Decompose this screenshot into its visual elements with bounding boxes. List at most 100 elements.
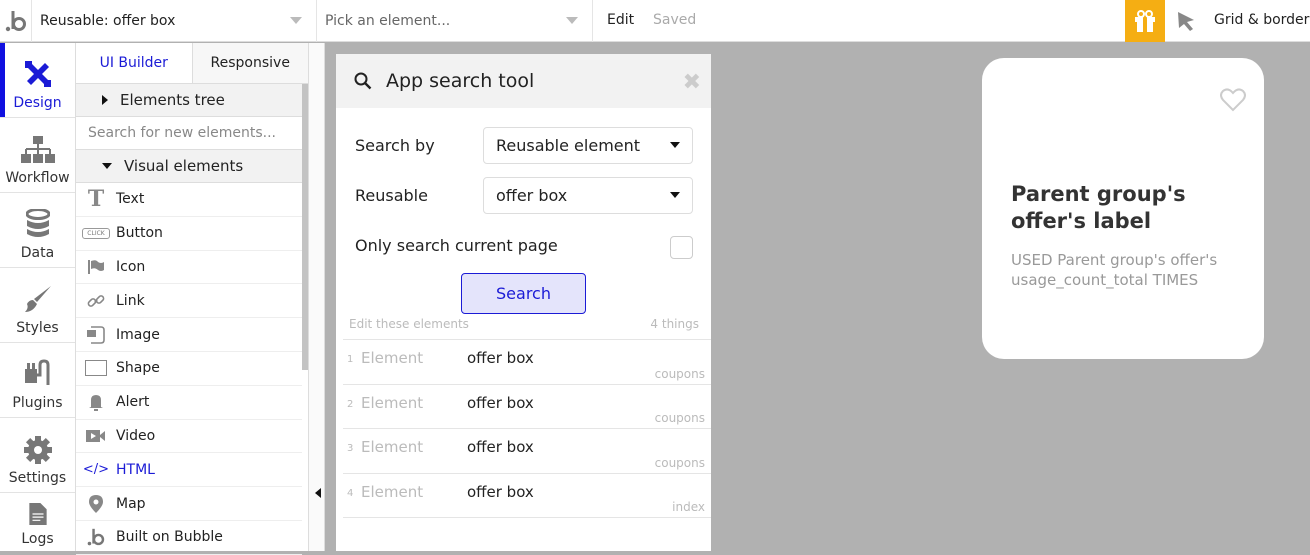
ui-builder-panel: UI Builder Responsive Elements tree Sear… [76, 43, 308, 555]
modal-title: App search tool [386, 70, 535, 92]
only-current-page-label: Only search current page [355, 236, 558, 255]
search-by-value: Reusable element [496, 136, 641, 155]
nav-design[interactable]: Design [0, 43, 75, 118]
gift-icon [1135, 10, 1155, 32]
close-icon[interactable]: ✖ [683, 70, 701, 95]
link-icon [76, 292, 116, 310]
result-index: 3 [347, 443, 354, 455]
chevron-down-icon [670, 142, 680, 148]
shape-icon [76, 360, 116, 377]
text-icon: T [87, 186, 105, 213]
element-video[interactable]: Video [76, 420, 302, 454]
result-kind: Element [361, 349, 424, 367]
design-icon [24, 61, 51, 87]
map-pin-icon [76, 494, 116, 513]
element-label: Map [116, 495, 146, 512]
element-button[interactable]: CLICK Button [76, 217, 302, 251]
offer-box-card[interactable]: Parent group's offer's label USED Parent… [982, 58, 1264, 359]
video-icon [76, 429, 116, 443]
element-picker-dropdown[interactable]: Pick an element... [317, 0, 593, 42]
search-button[interactable]: Search [461, 273, 586, 314]
search-results: 1 Element offer box coupons 2 Element of… [343, 339, 711, 518]
result-index: 1 [347, 354, 354, 365]
element-map[interactable]: Map [76, 487, 302, 521]
database-icon [25, 209, 50, 237]
cursor-tool-icon[interactable] [1176, 10, 1196, 36]
result-row[interactable]: 1 Element offer box coupons [343, 339, 711, 384]
nav-workflow[interactable]: Workflow [0, 118, 75, 193]
button-icon: CLICK [76, 227, 116, 239]
caret-right-icon [102, 95, 108, 105]
edit-these-elements-label: Edit these elements [349, 317, 469, 331]
element-text[interactable]: T Text [76, 183, 302, 217]
element-label: Image [116, 326, 160, 343]
plug-icon [24, 359, 49, 385]
collapse-panel-handle[interactable] [308, 43, 325, 551]
result-name: offer box [467, 438, 534, 457]
top-bar: Reusable: offer box Pick an element... E… [0, 0, 1310, 42]
tab-ui-builder[interactable]: UI Builder [76, 43, 192, 83]
result-page: coupons [654, 411, 705, 426]
result-count: 4 things [650, 317, 699, 331]
caret-down-icon [102, 163, 112, 169]
chevron-down-icon [670, 192, 680, 198]
nav-logs[interactable]: Logs [0, 493, 75, 553]
visual-elements-toggle[interactable]: Visual elements [76, 150, 302, 183]
brush-icon [24, 286, 51, 312]
result-kind: Element [361, 393, 424, 412]
bell-icon [76, 393, 116, 412]
result-name: offer box [467, 349, 534, 367]
elements-tree-toggle[interactable]: Elements tree [76, 84, 302, 117]
search-elements-input[interactable]: Search for new elements... [76, 117, 302, 150]
element-label: Alert [116, 394, 150, 411]
search-by-dropdown[interactable]: Reusable element [483, 127, 693, 164]
result-kind: Element [361, 438, 424, 457]
reusable-label: Reusable [355, 186, 428, 205]
element-label: Link [116, 292, 145, 309]
app-search-tool: App search tool ✖ Search by Reusable ele… [336, 54, 711, 551]
element-label: Icon [116, 258, 146, 275]
bubble-logo-icon [76, 527, 116, 547]
grid-borders-toggle[interactable]: Grid & borders [1214, 12, 1310, 28]
nav-data[interactable]: Data [0, 193, 75, 268]
search-by-label: Search by [355, 136, 435, 155]
heart-icon[interactable] [1220, 88, 1246, 112]
reusable-dropdown[interactable]: offer box [483, 177, 693, 214]
element-alert[interactable]: Alert [76, 386, 302, 420]
nav-settings[interactable]: Settings [0, 418, 75, 493]
nav-plugins[interactable]: Plugins [0, 343, 75, 418]
nav-label: Data [20, 245, 55, 261]
nav-styles[interactable]: Styles [0, 268, 75, 343]
chevron-down-icon [566, 17, 578, 24]
only-current-page-checkbox[interactable] [670, 236, 693, 259]
flag-icon [76, 259, 116, 275]
offer-label: Parent group's offer's label [1011, 182, 1186, 233]
edit-menu[interactable]: Edit [607, 12, 634, 28]
result-row[interactable]: 2 Element offer box coupons [343, 383, 711, 429]
result-row[interactable]: 4 Element offer box index [343, 473, 711, 518]
element-image[interactable]: Image [76, 318, 302, 352]
element-shape[interactable]: Shape [76, 352, 302, 386]
tab-responsive[interactable]: Responsive [191, 43, 308, 83]
nav-label: Design [13, 95, 62, 111]
offer-usage-text: USED Parent group's offer's usage_count_… [1011, 251, 1218, 289]
element-label: Shape [116, 360, 160, 377]
element-icon[interactable]: Icon [76, 251, 302, 285]
result-name: offer box [467, 393, 534, 412]
search-icon [354, 72, 372, 90]
element-html[interactable]: </> HTML [76, 453, 302, 488]
result-row[interactable]: 3 Element offer box coupons [343, 428, 711, 473]
save-status: Saved [653, 12, 697, 28]
nav-label: Plugins [12, 395, 63, 411]
bubble-logo-icon[interactable] [0, 0, 32, 42]
element-label: Text [116, 191, 145, 208]
reusable-value: offer box [496, 186, 568, 205]
element-label: Button [116, 225, 163, 242]
element-built-on-bubble[interactable]: Built on Bubble [76, 521, 302, 555]
panel-tabs: UI Builder Responsive [76, 43, 308, 84]
page-selector-dropdown[interactable]: Reusable: offer box [32, 0, 317, 42]
gift-button[interactable] [1125, 0, 1165, 42]
image-icon [76, 325, 116, 344]
element-link[interactable]: Link [76, 284, 302, 319]
result-index: 2 [347, 398, 354, 410]
